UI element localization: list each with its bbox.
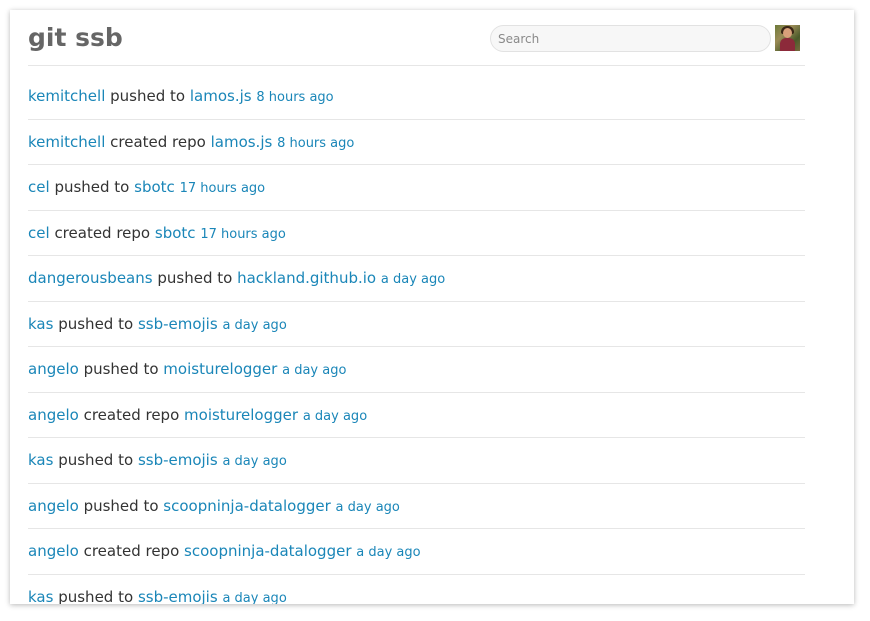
feed-time-link[interactable]: a day ago [222,454,286,469]
feed-user-link[interactable]: kemitchell [28,87,105,105]
feed-repo-link[interactable]: sbotc [155,224,196,242]
feed-action: pushed to [83,360,159,378]
avatar[interactable] [775,25,800,51]
feed-action: pushed to [58,587,134,605]
feed-time-link[interactable]: 17 hours ago [180,181,266,196]
feed-time-link[interactable]: a day ago [222,591,286,605]
page-title[interactable]: git ssb [28,21,123,55]
feed-user-link[interactable]: angelo [28,360,79,378]
feed-action: created repo [54,223,151,242]
feed-repo-link[interactable]: ssb-emojis [138,451,218,469]
feed-item: cel created repo sbotc 17 hours ago [28,211,805,256]
feed-action: pushed to [58,451,134,469]
feed-action: created repo [83,542,180,560]
feed-user-link[interactable]: dangerousbeans [28,269,153,287]
feed-repo-link[interactable]: lamos.js [211,133,273,151]
feed-user-link[interactable]: cel [28,224,50,242]
feed-time-link[interactable]: a day ago [222,318,286,333]
feed-time-link[interactable]: 17 hours ago [200,227,286,242]
feed-item: cel pushed to sbotc 17 hours ago [28,165,805,211]
feed-user-link[interactable]: angelo [28,542,79,560]
feed-item: kas pushed to ssb-emojis a day ago [28,575,805,605]
feed-user-link[interactable]: angelo [28,497,79,515]
feed-action: pushed to [110,87,186,105]
feed-repo-link[interactable]: scoopninja-datalogger [184,542,351,560]
feed-user-link[interactable]: cel [28,178,50,196]
search-input[interactable] [490,25,771,52]
feed-action: created repo [110,132,206,151]
feed-user-link[interactable]: kas [28,451,53,469]
avatar-body-shape [780,38,795,51]
feed-item: angelo created repo scoopninja-datalogge… [28,529,805,575]
feed-repo-link[interactable]: scoopninja-datalogger [163,497,330,515]
feed-time-link[interactable]: a day ago [381,272,445,287]
feed-item: kemitchell pushed to lamos.js 8 hours ag… [28,74,805,120]
feed-item: angelo created repo moisturelogger a day… [28,393,805,438]
feed-action: pushed to [83,496,159,515]
feed-repo-link[interactable]: moisturelogger [163,360,277,378]
feed-time-link[interactable]: a day ago [336,500,400,515]
feed-action: pushed to [54,178,130,196]
feed-repo-link[interactable]: moisturelogger [184,406,298,424]
feed-item: angelo pushed to scoopninja-datalogger a… [28,484,805,529]
feed-time-link[interactable]: a day ago [356,545,420,560]
feed-time-link[interactable]: 8 hours ago [256,90,333,105]
feed-item: dangerousbeans pushed to hackland.github… [28,256,805,302]
feed-item: kemitchell created repo lamos.js 8 hours… [28,120,805,165]
main-card: git ssb kemitchell pushed to lamos.js 8 … [10,10,854,604]
feed-item: angelo pushed to moisturelogger a day ag… [28,347,805,393]
feed-repo-link[interactable]: sbotc [134,178,175,196]
feed-repo-link[interactable]: lamos.js [190,87,252,105]
avatar-face-shape [783,28,792,38]
feed-repo-link[interactable]: hackland.github.io [237,269,376,287]
feed-time-link[interactable]: 8 hours ago [277,136,354,151]
feed-time-link[interactable]: a day ago [303,409,367,424]
feed-user-link[interactable]: kas [28,315,53,333]
feed-item: kas pushed to ssb-emojis a day ago [28,302,805,347]
activity-feed: kemitchell pushed to lamos.js 8 hours ag… [28,74,805,604]
feed-item: kas pushed to ssb-emojis a day ago [28,438,805,484]
feed-action: pushed to [58,314,134,333]
feed-action: created repo [83,405,180,424]
feed-user-link[interactable]: kemitchell [28,133,105,151]
feed-action: pushed to [157,269,233,287]
feed-repo-link[interactable]: ssb-emojis [138,315,218,333]
feed-repo-link[interactable]: ssb-emojis [138,588,218,605]
feed-user-link[interactable]: kas [28,588,53,605]
feed-user-link[interactable]: angelo [28,406,79,424]
header: git ssb [28,10,805,66]
feed-time-link[interactable]: a day ago [282,363,346,378]
